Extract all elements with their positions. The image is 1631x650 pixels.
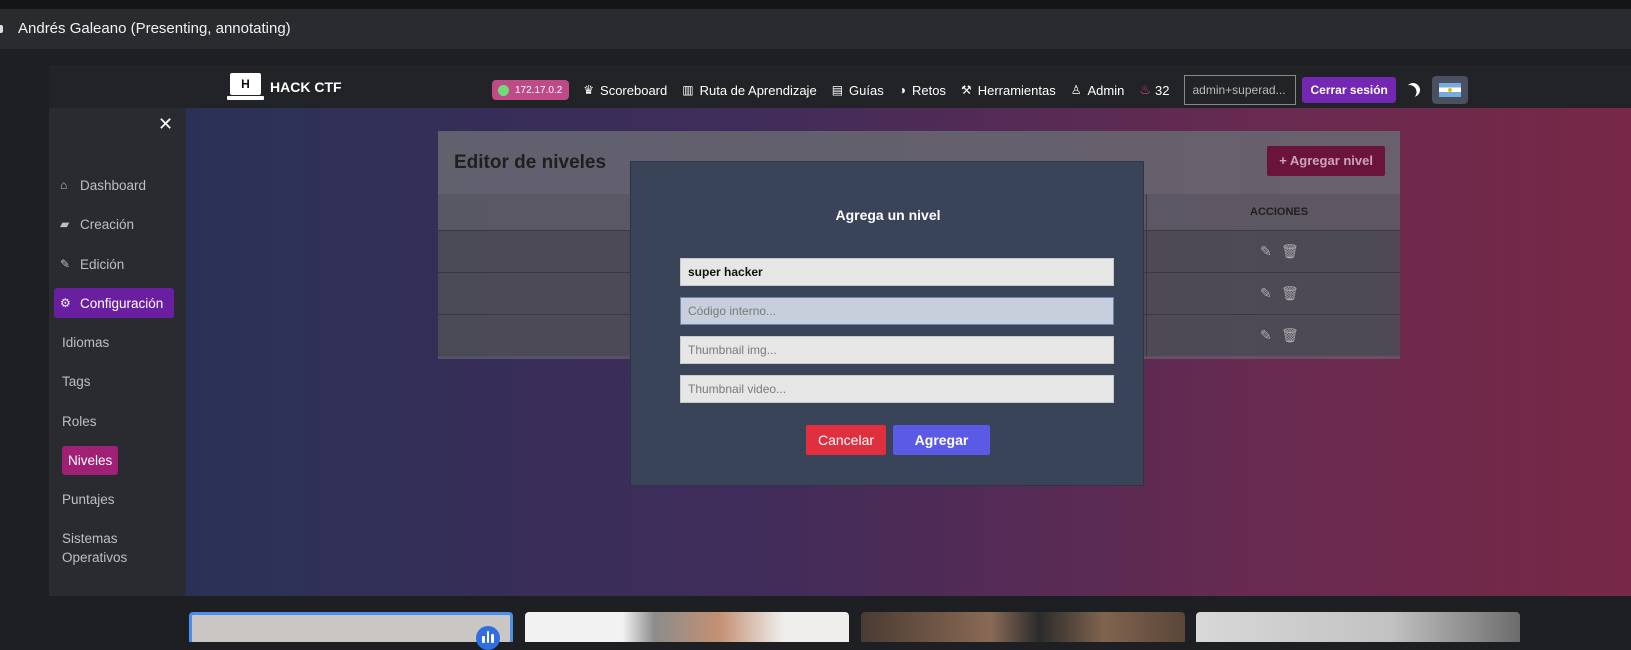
laptop-logo-icon: H (227, 73, 264, 101)
sidebar-item-label: Dashboard (80, 177, 147, 193)
presenter-label: Andrés Galeano (Presenting, annotating) (18, 20, 291, 37)
sidebar-item-edicion[interactable]: ✎ Edición (54, 249, 174, 279)
brand[interactable]: H HACK CTF (227, 73, 342, 101)
points-value: 32 (1155, 82, 1170, 98)
language-button[interactable] (1431, 76, 1468, 104)
sidebar-item-label: Creación (80, 216, 135, 232)
modal-title: Agrega un nivel (835, 207, 941, 223)
participant-tile[interactable] (1196, 612, 1520, 642)
crown-icon: ♛ (583, 83, 595, 97)
presenter-bar: Andrés Galeano (Presenting, annotating) (0, 9, 1631, 49)
wrench-icon: ⚒ (960, 83, 972, 97)
book-icon: ▥ (682, 83, 694, 97)
sidebar: ✕ ⌂ Dashboard ▰ Creación ✎ Edición ⚙ Configu… (49, 108, 186, 596)
sidebar-subitem-puntajes[interactable]: Puntajes (62, 490, 115, 509)
nav-items: 172.17.0.2 ♛ Scoreboard ▥ Ruta de Aprendiz… (492, 75, 1468, 105)
nav-scoreboard[interactable]: ♛ Scoreboard (583, 83, 667, 98)
gear-icon: ⚙ (60, 296, 71, 310)
participant-tile[interactable] (189, 612, 513, 642)
submit-button[interactable]: Agregar (893, 425, 990, 455)
points-display: ♨ 32 (1139, 82, 1169, 98)
sidebar-item-configuracion[interactable]: ⚙ Configuración (54, 288, 174, 318)
logout-button[interactable]: Cerrar sesión (1302, 77, 1396, 103)
level-name-input[interactable]: super hacker (680, 258, 1114, 286)
logo-letter: H (230, 73, 261, 95)
thumbnail-img-input[interactable]: Thumbnail img... (680, 336, 1114, 364)
shared-screen: H HACK CTF 172.17.0.2 ♛ Scoreboard ▥ Ruta … (49, 65, 1631, 596)
nav-learning-path-label: Ruta de Aprendizaje (699, 82, 817, 98)
edit-icon: ✎ (60, 257, 71, 271)
nav-challenges[interactable]: ◑ Retos (899, 83, 946, 98)
navbar: H HACK CTF 172.17.0.2 ♛ Scoreboard ▥ Ruta … (49, 65, 1631, 108)
participant-tile[interactable] (525, 612, 849, 642)
participant-tile[interactable] (861, 612, 1185, 642)
nav-challenges-label: Retos (911, 82, 946, 98)
sidebar-item-label: Configuración (80, 295, 164, 311)
nav-learning-path[interactable]: ▥ Ruta de Aprendizaje (682, 83, 816, 98)
nav-tools-label: Herramientas (977, 82, 1056, 98)
sidebar-item-dashboard[interactable]: ⌂ Dashboard (54, 170, 174, 200)
sidebar-subitem-sistemas-operativos[interactable]: Sistemas Operativos (62, 529, 152, 567)
sidebar-item-creacion[interactable]: ▰ Creación (54, 209, 174, 239)
add-level-modal: Agrega un nivel super hacker Código inte… (630, 161, 1144, 486)
nav-admin[interactable]: ♙ Admin (1071, 83, 1125, 98)
moon-icon[interactable] (1403, 80, 1422, 99)
sidebar-item-label: Edición (80, 256, 125, 272)
folder-plus-icon: ▰ (60, 217, 70, 231)
nav-guides[interactable]: ▤ Guías (832, 83, 884, 98)
ip-address: 172.17.0.2 (515, 84, 563, 96)
sidebar-subitem-tags[interactable]: Tags (62, 372, 91, 391)
user-menu[interactable]: admin+superad... (1184, 75, 1297, 105)
brain-icon: ◑ (898, 83, 906, 97)
internal-code-input[interactable]: Código interno... (680, 297, 1114, 325)
sidebar-subitem-idiomas[interactable]: Idiomas (62, 333, 109, 352)
user-icon: ♙ (1070, 83, 1082, 97)
document-icon: ▤ (831, 83, 844, 97)
home-icon: ⌂ (60, 178, 68, 192)
nav-scoreboard-label: Scoreboard (600, 82, 668, 98)
fire-icon: ♨ (1139, 82, 1152, 97)
presenter-indicator-icon (0, 25, 3, 33)
argentina-flag-icon (1438, 83, 1461, 97)
window-top-strip (0, 0, 1631, 9)
status-dot-icon (498, 84, 509, 96)
nav-tools[interactable]: ⚒ Herramientas (961, 83, 1056, 98)
brand-name: HACK CTF (270, 79, 342, 95)
speaking-indicator-icon (476, 626, 500, 650)
nav-admin-label: Admin (1087, 82, 1125, 98)
nav-guides-label: Guías (849, 82, 884, 98)
cancel-button[interactable]: Cancelar (806, 425, 886, 455)
close-icon[interactable]: ✕ (158, 114, 173, 135)
participant-thumbnails (0, 596, 1631, 642)
sidebar-subitem-niveles[interactable]: Niveles (62, 446, 119, 475)
sidebar-subitem-roles[interactable]: Roles (62, 412, 97, 431)
ip-badge: 172.17.0.2 (492, 80, 570, 100)
main-content: Editor de niveles + Agregar nivel ACCION… (186, 108, 1631, 596)
thumbnail-video-input[interactable]: Thumbnail video... (680, 375, 1114, 403)
